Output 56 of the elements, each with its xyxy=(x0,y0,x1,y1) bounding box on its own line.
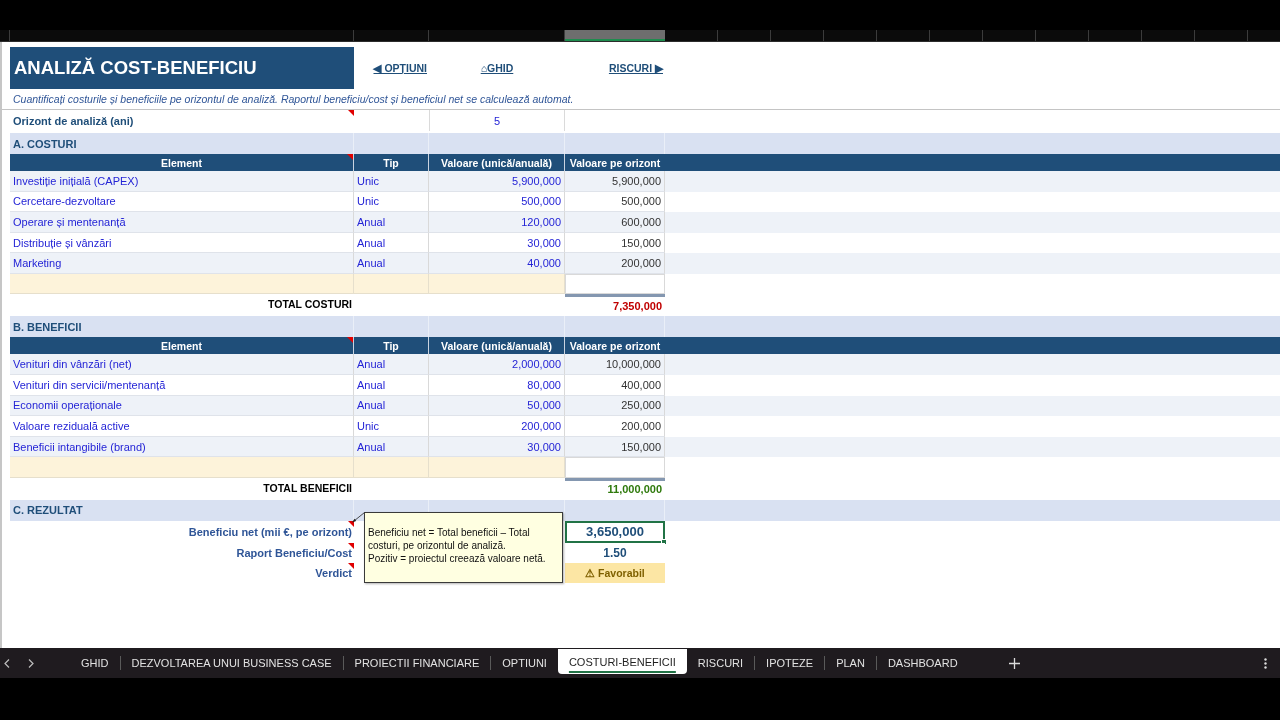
sheet-tab[interactable]: IPOTEZE xyxy=(755,648,825,678)
nav-link[interactable]: ⌂GHID xyxy=(480,62,514,74)
column-header: Valoare pe orizont xyxy=(568,338,662,354)
table-cell: Unic xyxy=(354,416,429,437)
sheet-tab[interactable]: PROIECTII FINANCIARE xyxy=(343,648,491,678)
more-icon[interactable] xyxy=(1264,657,1267,669)
field-label: Orizont de analiză (ani) xyxy=(10,110,354,131)
result-label: Verdict xyxy=(10,562,354,583)
table-cell: Anual xyxy=(354,253,429,274)
table-cell: 200,000 xyxy=(429,416,565,437)
table-cell: Venituri din servicii/mentenanță xyxy=(10,375,354,396)
table-cell: 120,000 xyxy=(429,212,565,233)
horizon-value: 5 xyxy=(429,110,565,131)
sheet-tab[interactable]: DASHBOARD xyxy=(876,648,969,678)
table-cell: 600,000 xyxy=(565,212,665,233)
table-cell: Anual xyxy=(354,212,429,233)
table-cell: Investiție inițială (CAPEX) xyxy=(10,171,354,192)
result-value: 3,650,000 xyxy=(565,520,665,543)
total-value: 11,000,000 xyxy=(565,477,665,498)
total-label: TOTAL COSTURI xyxy=(267,297,353,313)
table-cell: Unic xyxy=(354,171,429,192)
sheet-tab[interactable]: GHID xyxy=(70,648,120,678)
sheet-tab[interactable]: RISCURI xyxy=(686,648,755,678)
table-cell: Anual xyxy=(354,375,429,396)
column-header: Valoare pe orizont xyxy=(568,155,662,171)
total-label: TOTAL BENEFICII xyxy=(262,480,353,496)
section-heading: B. BENEFICII xyxy=(13,320,82,333)
table-cell: 40,000 xyxy=(429,253,565,274)
table-cell: Valoare reziduală active xyxy=(10,416,354,437)
verdict-cell: ⚠ Favorabil xyxy=(565,562,665,583)
sheet-description: Cuantificați costurile și beneficiile pe orizontul de analiză. Raportul beneficiu/cost și beneficiul net se calculează automat. xyxy=(12,92,575,107)
sheet-tab[interactable]: PLAN xyxy=(825,648,876,678)
table-cell: Marketing xyxy=(10,253,354,274)
sheet-tab[interactable]: OPTIUNI xyxy=(491,648,558,678)
nav-link[interactable]: ◀ OPȚIUNI xyxy=(373,62,427,74)
comment-connector xyxy=(352,512,365,523)
table-cell: 5,900,000 xyxy=(565,171,665,192)
comment-text: Pozitiv = proiectul creează valoare netă. xyxy=(368,552,547,565)
table-cell: 200,000 xyxy=(565,253,665,274)
selected-column-header[interactable] xyxy=(565,30,665,41)
section-heading: C. REZULTAT xyxy=(13,504,83,517)
sheet-tab[interactable]: COSTURI-BENEFICII xyxy=(557,649,687,674)
table-cell: 5,900,000 xyxy=(429,171,565,192)
chevron-left-icon[interactable] xyxy=(4,658,10,668)
comment-text: Beneficiu net = Total beneficii – Total costuri, pe orizontul de analiză. xyxy=(368,526,531,552)
nav-link[interactable]: RISCURI ▶ xyxy=(608,62,663,74)
chevron-right-icon[interactable] xyxy=(28,658,34,668)
result-label: Raport Beneficiu/Cost xyxy=(10,542,354,563)
plus-icon[interactable] xyxy=(1008,657,1020,669)
table-cell: 200,000 xyxy=(565,416,665,437)
table-cell: Operare și mentenanță xyxy=(10,212,354,233)
section-heading: A. COSTURI xyxy=(13,137,77,150)
table-cell: 80,000 xyxy=(429,375,565,396)
sheet-title: ANALIZĂ COST-BENEFICIU xyxy=(10,47,354,89)
table-cell: 400,000 xyxy=(565,375,665,396)
sheet-tab[interactable]: DEZVOLTAREA UNUI BUSINESS CASE xyxy=(120,648,343,678)
